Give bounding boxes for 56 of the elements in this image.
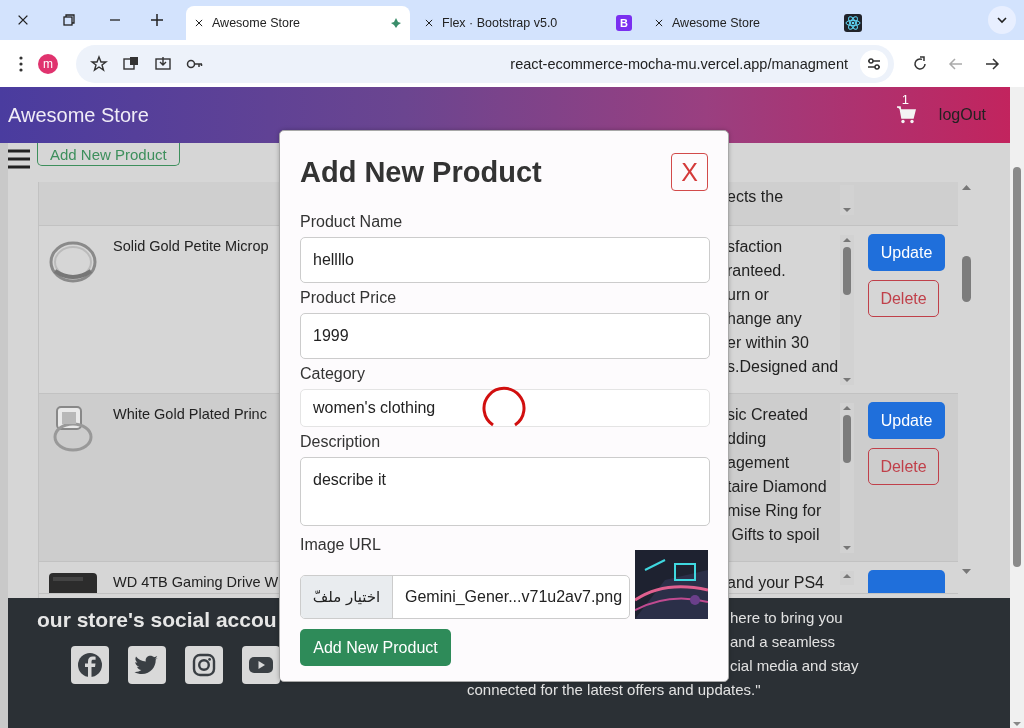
new-tab-icon[interactable] <box>150 13 164 27</box>
chevron-down-icon <box>996 14 1008 26</box>
field-label: Product Name <box>300 213 404 231</box>
facebook-icon[interactable] <box>71 646 109 684</box>
update-button[interactable]: Update <box>868 402 945 439</box>
choose-file-button[interactable]: اختيار ملفّ <box>301 576 393 618</box>
cart-count: 1 <box>901 92 910 107</box>
close-icon[interactable] <box>16 13 30 27</box>
browser-tab[interactable]: Awesome Store <box>186 6 410 40</box>
star-icon[interactable] <box>90 54 108 73</box>
scrollbar[interactable] <box>840 403 854 553</box>
url-text: react-ecommerce-mocha-mu.vercel.app/managment <box>509 55 848 72</box>
close-button[interactable]: X <box>671 153 708 191</box>
reload-icon[interactable] <box>911 54 929 73</box>
product-name: White Gold Plated Princ <box>113 406 267 422</box>
field-label: Product Price <box>300 289 398 307</box>
product-description: and your PS4 <box>727 574 824 591</box>
favicon-icon <box>390 17 402 29</box>
add-product-button[interactable]: Add New Product <box>300 629 451 666</box>
input-field[interactable]: hellllo <box>300 237 710 283</box>
more-icon[interactable] <box>18 55 24 72</box>
brand-link[interactable]: Awesome Store <box>8 103 149 127</box>
scrollbar[interactable] <box>840 571 854 585</box>
twitter-icon[interactable] <box>128 646 166 684</box>
delete-button[interactable]: Delete <box>868 280 939 317</box>
site-settings-button[interactable] <box>860 49 888 78</box>
browser-tab[interactable]: Awesome Store <box>646 6 870 40</box>
youtube-icon[interactable] <box>242 646 280 684</box>
product-name: WD 4TB Gaming Drive W <box>113 574 279 590</box>
instagram-icon[interactable] <box>185 646 223 684</box>
close-icon[interactable] <box>654 18 664 28</box>
profile-avatar[interactable]: m <box>38 53 58 74</box>
update-button[interactable]: Update <box>868 234 945 271</box>
tab-list-button[interactable] <box>988 6 1016 34</box>
browser-tab[interactable]: Flex · Bootstrap v5.0 B <box>416 6 640 40</box>
install-icon[interactable] <box>154 54 172 73</box>
sliders-icon <box>867 56 881 71</box>
cart-icon[interactable] <box>895 106 916 124</box>
address-bar[interactable]: react-ecommerce-mocha-mu.vercel.app/managment <box>76 44 894 83</box>
modal-title: Add New Product <box>300 155 542 189</box>
atom-icon <box>844 14 862 32</box>
scrollbar[interactable] <box>840 235 854 385</box>
close-icon[interactable] <box>424 18 434 28</box>
favicon-badge: B <box>616 15 632 31</box>
field-label: Category <box>300 365 366 383</box>
select-field[interactable]: women's clothing <box>300 389 710 427</box>
footer-title: our store's social accou <box>37 608 278 632</box>
product-name: Solid Gold Petite Microp <box>113 238 269 254</box>
input-field[interactable]: 1999 <box>300 313 710 359</box>
field-label: Description <box>300 433 382 451</box>
field-label: Image URL <box>300 536 382 554</box>
close-icon[interactable] <box>194 18 204 28</box>
restore-icon[interactable] <box>63 14 75 26</box>
file-name: Gemini_Gener...v71u2av7.png <box>404 588 623 606</box>
menu-icon[interactable] <box>8 148 30 170</box>
textarea-field[interactable]: describe it <box>300 457 710 526</box>
